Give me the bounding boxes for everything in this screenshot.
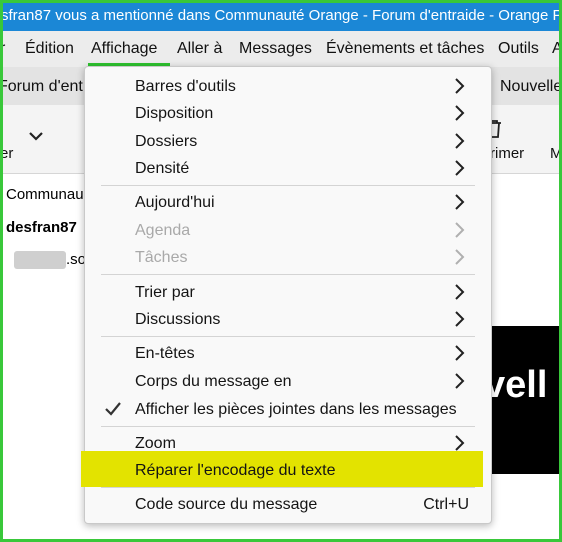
menu-outils[interactable]: Outils bbox=[498, 40, 539, 58]
menu-item-aujourdhui[interactable]: Aujourd'hui bbox=[85, 189, 491, 216]
menu-item-label: Code source du message bbox=[135, 496, 318, 513]
chevron-right-icon bbox=[455, 133, 465, 149]
menu-item-label: Corps du message en bbox=[135, 373, 292, 390]
menu-separator bbox=[101, 336, 475, 337]
menu-item-label: Tâches bbox=[135, 249, 188, 266]
chevron-right-icon bbox=[455, 249, 465, 265]
menu-item-dossiers[interactable]: Dossiers bbox=[85, 128, 491, 155]
menu-fichier[interactable]: r bbox=[0, 40, 5, 58]
menu-item-label: Discussions bbox=[135, 311, 221, 328]
menu-item-label: Afficher les pièces jointes dans les mes… bbox=[135, 401, 457, 418]
menu-item-agenda: Agenda bbox=[85, 217, 491, 244]
menu-affichage[interactable]: Affichage bbox=[91, 40, 157, 58]
chevron-right-icon bbox=[455, 194, 465, 210]
checkmark-icon bbox=[105, 402, 121, 416]
chevron-right-icon bbox=[455, 345, 465, 361]
menu-item-barres-outils[interactable]: Barres d'outils bbox=[85, 73, 491, 100]
menu-item-trier-par[interactable]: Trier par bbox=[85, 279, 491, 306]
chevron-right-icon bbox=[455, 284, 465, 300]
menu-bar: r Édition Affichage Aller à Messages Évè… bbox=[0, 31, 562, 67]
menu-messages[interactable]: Messages bbox=[239, 40, 312, 58]
menu-item-label: Disposition bbox=[135, 105, 214, 122]
chevron-right-icon bbox=[455, 435, 465, 451]
window-title: sfran87 vous a mentionné dans Communauté… bbox=[1, 7, 562, 24]
menu-item-code-source[interactable]: Code source du message Ctrl+U bbox=[85, 491, 491, 518]
menu-separator bbox=[101, 426, 475, 427]
chevron-right-icon bbox=[455, 105, 465, 121]
chevron-right-icon bbox=[455, 160, 465, 176]
chevron-right-icon bbox=[455, 78, 465, 94]
delete-button-label[interactable]: rimer bbox=[490, 145, 524, 162]
menu-item-discussions[interactable]: Discussions bbox=[85, 306, 491, 333]
menu-item-en-tetes[interactable]: En-têtes bbox=[85, 340, 491, 367]
menu-item-label: Aujourd'hui bbox=[135, 194, 215, 211]
window-title-bar: sfran87 vous a mentionné dans Communauté… bbox=[0, 0, 562, 31]
menu-separator bbox=[101, 487, 475, 488]
chevron-right-icon bbox=[455, 222, 465, 238]
redacted-email bbox=[14, 251, 66, 269]
menu-item-reparer-encodage[interactable]: Réparer l'encodage du texte bbox=[85, 457, 491, 484]
menu-item-label: Réparer l'encodage du texte bbox=[135, 462, 336, 479]
affichage-menu: Barres d'outils Disposition Dossiers Den… bbox=[81, 66, 492, 524]
menu-item-pieces-jointes[interactable]: Afficher les pièces jointes dans les mes… bbox=[85, 396, 491, 423]
chevron-right-icon bbox=[455, 311, 465, 327]
menu-item-label: Trier par bbox=[135, 284, 195, 301]
banner-text: vell bbox=[484, 364, 548, 406]
tab-nouvelle[interactable]: Nouvelle bbox=[500, 78, 562, 96]
menu-item-label: Agenda bbox=[135, 222, 191, 239]
menu-item-label: Dossiers bbox=[135, 133, 198, 150]
menu-edition[interactable]: Édition bbox=[25, 40, 74, 58]
menu-separator bbox=[101, 185, 475, 186]
menu-evenements-taches[interactable]: Évènements et tâches bbox=[326, 40, 484, 58]
message-sender: desfran87 bbox=[6, 219, 77, 236]
menu-separator bbox=[101, 274, 475, 275]
menu-aller-a[interactable]: Aller à bbox=[177, 40, 222, 58]
menu-item-shortcut: Ctrl+U bbox=[423, 496, 469, 513]
menu-item-label: En-têtes bbox=[135, 345, 195, 362]
toolbar-more-label[interactable]: M bbox=[550, 145, 562, 162]
chevron-right-icon bbox=[455, 373, 465, 389]
menu-aide[interactable]: Ai bbox=[552, 40, 562, 58]
message-email-suffix: .so bbox=[66, 251, 87, 268]
menu-item-corps-message[interactable]: Corps du message en bbox=[85, 368, 491, 395]
menu-item-taches: Tâches bbox=[85, 244, 491, 271]
menu-item-label: Densité bbox=[135, 160, 190, 177]
chevron-down-icon[interactable] bbox=[28, 129, 44, 146]
toolbar-left-button-label[interactable]: er bbox=[0, 145, 13, 162]
menu-item-disposition[interactable]: Disposition bbox=[85, 100, 491, 127]
message-row-subject: Communau bbox=[6, 186, 84, 203]
tab-forum[interactable]: Forum d'ent bbox=[0, 78, 83, 96]
menu-item-label: Barres d'outils bbox=[135, 78, 236, 95]
menu-item-densite[interactable]: Densité bbox=[85, 155, 491, 182]
